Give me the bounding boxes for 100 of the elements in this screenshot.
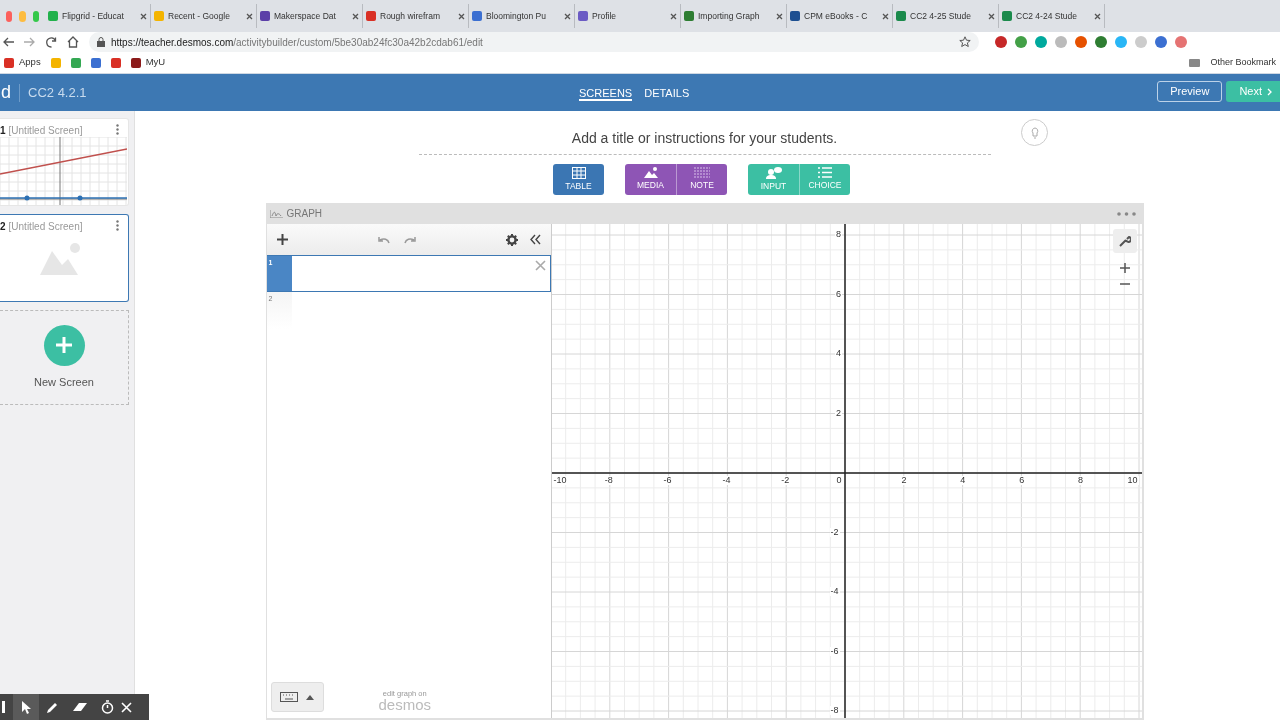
component-button[interactable]: MEDIA [625,164,676,195]
close-tab-icon[interactable] [776,12,783,20]
extension-icon[interactable] [1035,36,1047,48]
tab-title: Makerspace Dat [274,9,337,23]
extension-icon[interactable] [1075,36,1087,48]
screen-card[interactable]: 1 [Untitled Screen] [0,118,129,206]
close-tab-icon[interactable] [564,12,571,20]
axis-label: -2 [780,476,791,485]
preview-button[interactable]: Preview [1157,81,1223,102]
browser-tab[interactable]: Bloomington Pu [469,4,575,28]
close-tab-icon[interactable] [458,12,465,20]
activity-title: CC2 4.2.1 [28,83,87,102]
browser-tab[interactable]: Recent - Google [151,4,257,28]
close-tab-icon[interactable] [352,12,359,20]
bookmark-icon[interactable] [130,57,141,68]
image-placeholder-icon [38,243,82,275]
axis-label: 6 [835,289,842,299]
drag-handle-icon[interactable] [2,701,5,713]
browser-tab[interactable]: CC2 4-24 Stude [999,4,1105,28]
logo: d [1,81,11,104]
settings-icon[interactable] [505,233,518,246]
browser-tab[interactable]: CC2 4-25 Stude [893,4,999,28]
nav-tab[interactable]: DETAILS [644,84,690,101]
add-item-icon[interactable] [276,234,288,245]
more-icon[interactable] [1116,211,1136,216]
collapse-icon[interactable] [529,234,541,245]
speech-icon [765,166,782,179]
reload-icon[interactable] [46,36,57,48]
address-bar[interactable]: https://teacher.desmos.com/activitybuilder/custom/5be30ab24fc30a42b2cdab61/edit [89,32,979,52]
axis-label: 2 [900,476,908,485]
undo-icon[interactable] [377,235,390,244]
component-button[interactable]: NOTE [676,164,727,195]
axis-label: -10 [552,476,568,485]
extension-icon[interactable] [1155,36,1167,48]
pointer-icon[interactable] [21,700,31,714]
browser-tab[interactable]: Importing Graph [681,4,787,28]
more-icon[interactable] [116,124,119,135]
extension-icon[interactable] [1095,36,1107,48]
close-tab-icon[interactable] [140,12,147,20]
new-screen-label: New Screen [34,374,94,390]
tab-title: Importing Graph [698,9,761,23]
keyboard-button[interactable] [270,682,324,712]
extension-icon[interactable] [1015,36,1027,48]
bookmark-link[interactable]: Apps [19,55,41,70]
folder-icon [1189,58,1201,67]
other-bookmarks-link[interactable]: Other Bookmark [1210,55,1276,70]
close-tab-icon[interactable] [246,12,253,20]
timer-icon[interactable] [101,700,114,714]
axis-label: -4 [829,587,840,596]
tab-title: Recent - Google [168,9,231,23]
chevron-icon [1267,87,1272,96]
browser-tab[interactable]: Flipgrid - Educat [45,4,151,28]
axis-label: 10 [1126,476,1139,485]
more-icon[interactable] [116,220,119,231]
tab-title: Rough wirefram [380,9,441,23]
close-icon[interactable] [121,701,132,713]
axis-label: -8 [829,706,840,715]
screen-card[interactable]: 2 [Untitled Screen] [0,214,129,302]
bookmark-icon[interactable] [4,57,14,68]
new-screen-card[interactable]: New Screen [0,310,129,405]
extension-icon[interactable] [995,36,1007,48]
bookmark-link[interactable]: MyU [145,55,166,70]
url-text: https://teacher.desmos.com/activitybuilder/custom/5be30ab24fc30a42b2cdab61/edit [111,35,484,50]
browser-tab[interactable]: Rough wirefram [363,4,469,28]
axis-label: 4 [835,349,842,358]
browser-tab[interactable]: CPM eBooks - C [787,4,893,28]
screen-number: 1 [0,124,6,138]
tab-title: CPM eBooks - C [804,9,869,23]
zoom-in-icon[interactable] [1119,263,1130,273]
axis-label: -4 [721,476,732,485]
browser-tab[interactable]: Profile [575,4,681,28]
close-tab-icon[interactable] [882,12,889,20]
add-icon [43,324,85,366]
axis-label: 4 [959,476,967,485]
image-icon [643,167,658,179]
redo-icon[interactable] [403,235,416,244]
close-tab-icon[interactable] [988,12,995,20]
component-button[interactable]: TABLE [553,164,604,195]
caret-icon [306,694,314,700]
bookmark-star-icon[interactable] [959,36,971,48]
back-icon[interactable] [2,37,14,47]
close-tab-icon[interactable] [1094,12,1101,20]
eraser-icon[interactable] [73,701,87,713]
bookmark-icon[interactable] [90,57,101,68]
close-tab-icon[interactable] [670,12,677,20]
axis-label: -6 [829,646,840,656]
lock-icon [97,37,105,47]
pen-icon[interactable] [46,700,59,714]
browser-tab[interactable]: Makerspace Dat [257,4,363,28]
tab-title: Profile [592,9,618,23]
keyboard-icon [280,692,298,702]
title-field[interactable]: Add a title or instructions for your students. [418,128,991,155]
home-icon[interactable] [67,36,79,48]
bookmark-icon[interactable] [110,57,121,68]
axis-label: 0 [835,476,843,485]
tab-title: CC2 4-25 Stude [910,9,972,23]
wrench-icon[interactable] [1112,229,1137,253]
nav-tab[interactable]: SCREENS [579,84,633,101]
extension-icon[interactable] [1175,36,1187,48]
component-title: GRAPH [286,207,323,221]
